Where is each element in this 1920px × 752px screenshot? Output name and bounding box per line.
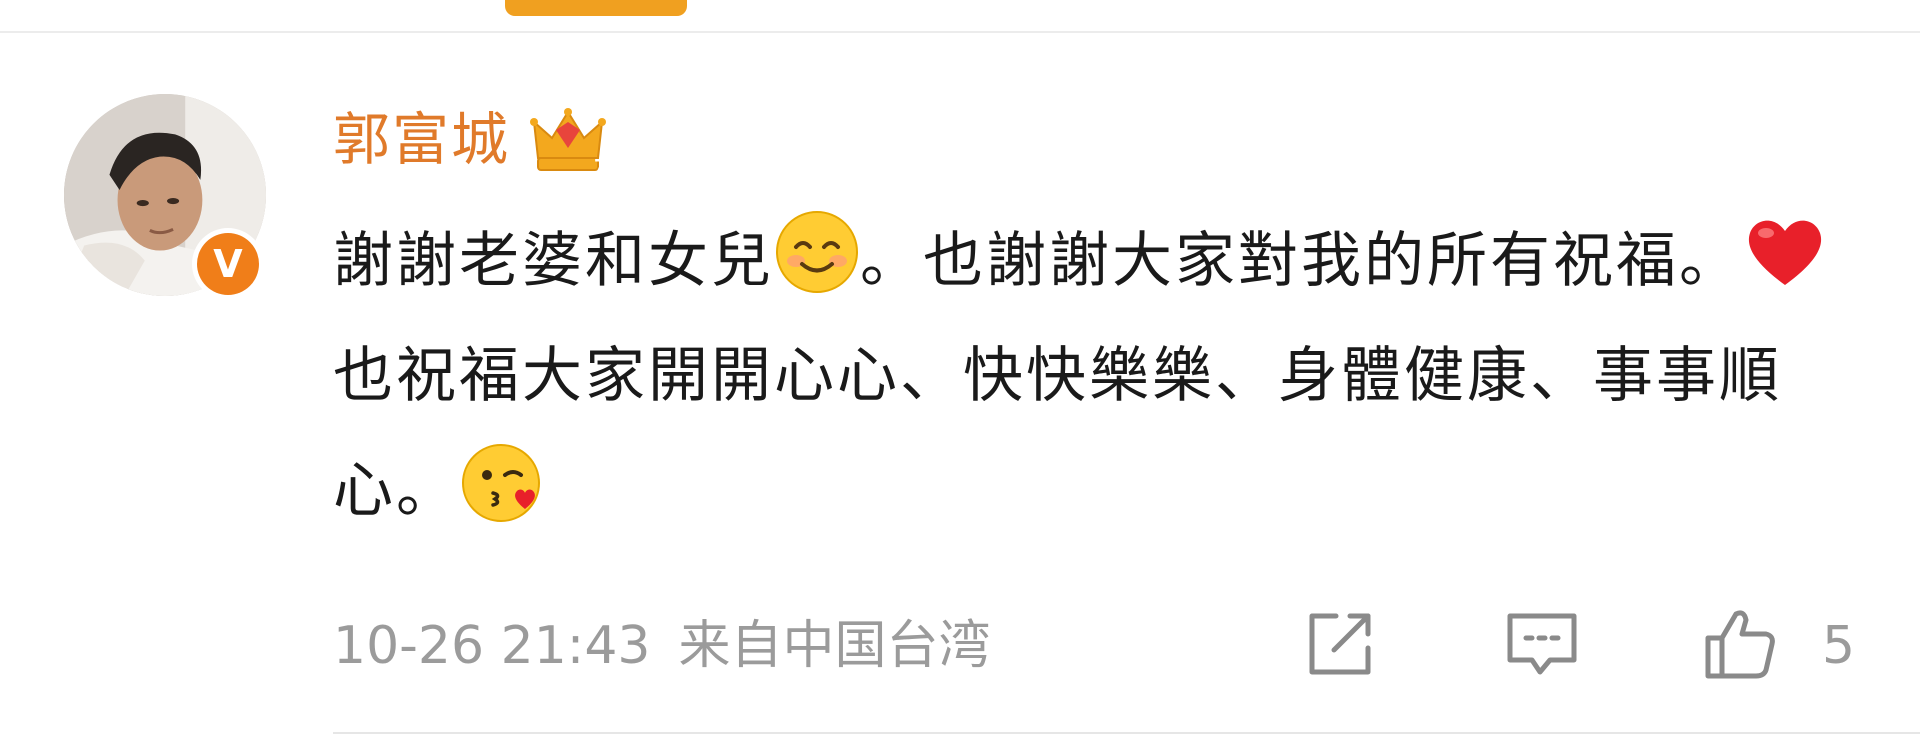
comment-text-part-2: 。也謝謝大家對我的所有祝福。 <box>860 226 1742 296</box>
timestamp: 10-26 21:43 <box>333 616 651 676</box>
comment-button[interactable] <box>1502 604 1582 684</box>
thumbs-up-icon <box>1705 610 1775 679</box>
svg-text:7: 7 <box>594 156 607 177</box>
comment-author[interactable]: 郭富城 7 <box>333 100 608 180</box>
bottom-divider <box>333 732 1920 734</box>
red-heart-emoji-icon <box>1742 209 1828 295</box>
comment-icon <box>1507 613 1577 675</box>
like-count: 5 <box>1822 616 1856 676</box>
active-tab-indicator <box>505 0 687 16</box>
top-divider <box>0 31 1920 33</box>
comment-text-part-3: 也祝福大家開開心心、快快樂樂、身體健康、事事順心。 <box>333 341 1782 526</box>
like-button[interactable] <box>1700 604 1780 684</box>
comment-body: 謝謝老婆和女兒 。也謝謝大家對我的所有祝福。也祝福大家開開心心、快快樂樂、身體健康… <box>333 204 1853 549</box>
author-name[interactable]: 郭富城 <box>333 105 510 175</box>
comment-meta: 10-26 21:43 来自中国台湾 <box>333 612 991 680</box>
share-button[interactable] <box>1300 604 1380 684</box>
kissing-wink-emoji-icon <box>459 439 545 525</box>
verified-v-icon: V <box>197 233 259 295</box>
crown-icon: 7 <box>530 108 607 177</box>
share-icon <box>1309 613 1371 675</box>
verified-badge: V <box>192 228 264 300</box>
comment-text-part-1: 謝謝老婆和女兒 <box>333 226 774 296</box>
location: 来自中国台湾 <box>678 616 991 676</box>
smiling-emoji-icon <box>774 209 860 295</box>
